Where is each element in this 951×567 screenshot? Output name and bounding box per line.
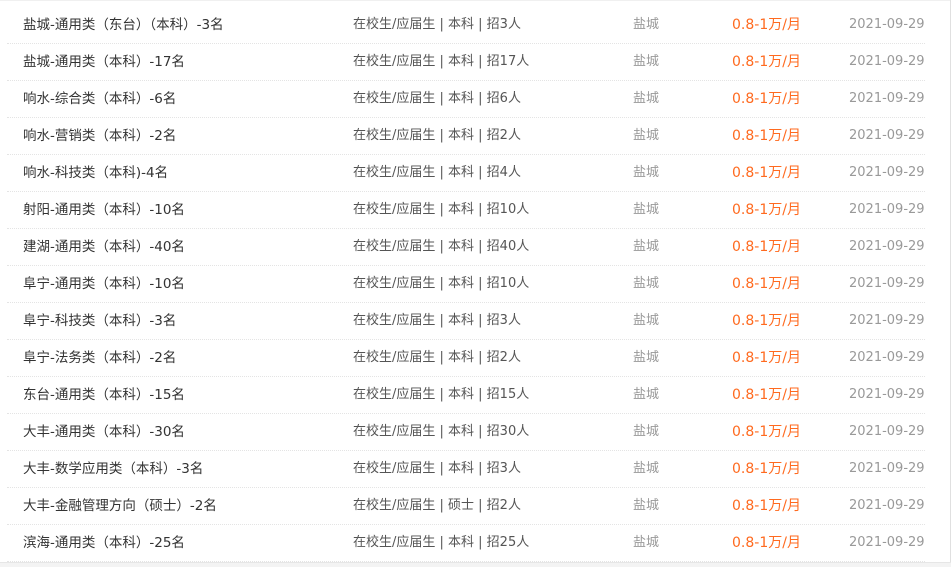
job-requirements: 在校生/应届生 | 本科 | 招6人 <box>353 91 521 106</box>
job-date: 2021-09-29 <box>849 313 925 328</box>
job-title[interactable]: 大丰-数学应用类（本科）-3名 <box>23 451 343 487</box>
job-salary: 0.8-1万/月 <box>732 535 801 551</box>
job-title[interactable]: 响水-综合类（本科）-6名 <box>23 81 343 117</box>
job-row[interactable]: 阜宁-法务类（本科）-2名 在校生/应届生 | 本科 | 招2人 盐城 0.8-… <box>7 340 925 377</box>
job-requirements: 在校生/应届生 | 本科 | 招30人 <box>353 424 530 439</box>
job-requirements: 在校生/应届生 | 本科 | 招25人 <box>353 535 530 550</box>
job-list: 盐城-通用类（东台）（本科）-3名 在校生/应届生 | 本科 | 招3人 盐城 … <box>7 7 925 562</box>
job-title[interactable]: 阜宁-科技类（本科）-3名 <box>23 303 343 339</box>
job-requirements: 在校生/应届生 | 本科 | 招10人 <box>353 202 530 217</box>
job-city: 盐城 <box>633 202 660 217</box>
job-row[interactable]: 响水-综合类（本科）-6名 在校生/应届生 | 本科 | 招6人 盐城 0.8-… <box>7 81 925 118</box>
job-date: 2021-09-29 <box>849 461 925 476</box>
job-date: 2021-09-29 <box>849 276 925 291</box>
job-title[interactable]: 滨海-通用类（本科）-25名 <box>23 525 343 561</box>
job-requirements: 在校生/应届生 | 本科 | 招40人 <box>353 239 530 254</box>
job-salary: 0.8-1万/月 <box>732 202 801 218</box>
job-requirements: 在校生/应届生 | 本科 | 招2人 <box>353 350 521 365</box>
job-requirements: 在校生/应届生 | 本科 | 招4人 <box>353 165 521 180</box>
job-row[interactable]: 滨海-通用类（本科）-25名 在校生/应届生 | 本科 | 招25人 盐城 0.… <box>7 525 925 562</box>
job-city: 盐城 <box>633 54 660 69</box>
job-salary: 0.8-1万/月 <box>732 276 801 292</box>
job-salary: 0.8-1万/月 <box>732 313 801 329</box>
job-salary: 0.8-1万/月 <box>732 350 801 366</box>
job-city: 盐城 <box>633 535 660 550</box>
job-title[interactable]: 建湖-通用类（本科）-40名 <box>23 229 343 265</box>
job-date: 2021-09-29 <box>849 91 925 106</box>
job-city: 盐城 <box>633 91 660 106</box>
job-salary: 0.8-1万/月 <box>732 387 801 403</box>
job-salary: 0.8-1万/月 <box>732 128 801 144</box>
job-title[interactable]: 阜宁-通用类（本科）-10名 <box>23 266 343 302</box>
job-city: 盐城 <box>633 498 660 513</box>
job-date: 2021-09-29 <box>849 387 925 402</box>
job-title[interactable]: 盐城-通用类（本科）-17名 <box>23 44 343 80</box>
job-city: 盐城 <box>633 350 660 365</box>
job-requirements: 在校生/应届生 | 本科 | 招10人 <box>353 276 530 291</box>
job-requirements: 在校生/应届生 | 本科 | 招3人 <box>353 17 521 32</box>
job-row[interactable]: 阜宁-科技类（本科）-3名 在校生/应届生 | 本科 | 招3人 盐城 0.8-… <box>7 303 925 340</box>
bottom-border <box>0 562 951 567</box>
job-date: 2021-09-29 <box>849 424 925 439</box>
job-salary: 0.8-1万/月 <box>732 17 801 33</box>
job-row[interactable]: 大丰-通用类（本科）-30名 在校生/应届生 | 本科 | 招30人 盐城 0.… <box>7 414 925 451</box>
job-row[interactable]: 盐城-通用类（东台）（本科）-3名 在校生/应届生 | 本科 | 招3人 盐城 … <box>7 7 925 44</box>
job-salary: 0.8-1万/月 <box>732 461 801 477</box>
job-date: 2021-09-29 <box>849 350 925 365</box>
job-requirements: 在校生/应届生 | 本科 | 招15人 <box>353 387 530 402</box>
job-title[interactable]: 大丰-通用类（本科）-30名 <box>23 414 343 450</box>
job-salary: 0.8-1万/月 <box>732 91 801 107</box>
job-city: 盐城 <box>633 239 660 254</box>
job-salary: 0.8-1万/月 <box>732 239 801 255</box>
job-requirements: 在校生/应届生 | 硕士 | 招2人 <box>353 498 521 513</box>
job-title[interactable]: 盐城-通用类（东台）（本科）-3名 <box>23 7 343 43</box>
job-salary: 0.8-1万/月 <box>732 165 801 181</box>
job-city: 盐城 <box>633 313 660 328</box>
job-city: 盐城 <box>633 387 660 402</box>
job-salary: 0.8-1万/月 <box>732 424 801 440</box>
job-title[interactable]: 响水-科技类（本科)-4名 <box>23 155 343 191</box>
job-row[interactable]: 响水-科技类（本科)-4名 在校生/应届生 | 本科 | 招4人 盐城 0.8-… <box>7 155 925 192</box>
job-requirements: 在校生/应届生 | 本科 | 招2人 <box>353 128 521 143</box>
job-title[interactable]: 射阳-通用类（本科）-10名 <box>23 192 343 228</box>
job-city: 盐城 <box>633 424 660 439</box>
job-salary: 0.8-1万/月 <box>732 498 801 514</box>
job-date: 2021-09-29 <box>849 54 925 69</box>
job-city: 盐城 <box>633 461 660 476</box>
job-date: 2021-09-29 <box>849 535 925 550</box>
job-row[interactable]: 阜宁-通用类（本科）-10名 在校生/应届生 | 本科 | 招10人 盐城 0.… <box>7 266 925 303</box>
job-city: 盐城 <box>633 165 660 180</box>
list-top-border <box>0 0 951 1</box>
job-date: 2021-09-29 <box>849 202 925 217</box>
job-row[interactable]: 响水-营销类（本科）-2名 在校生/应届生 | 本科 | 招2人 盐城 0.8-… <box>7 118 925 155</box>
job-title[interactable]: 东台-通用类（本科）-15名 <box>23 377 343 413</box>
job-city: 盐城 <box>633 17 660 32</box>
job-row[interactable]: 东台-通用类（本科）-15名 在校生/应届生 | 本科 | 招15人 盐城 0.… <box>7 377 925 414</box>
job-title[interactable]: 响水-营销类（本科）-2名 <box>23 118 343 154</box>
job-row[interactable]: 大丰-数学应用类（本科）-3名 在校生/应届生 | 本科 | 招3人 盐城 0.… <box>7 451 925 488</box>
job-row[interactable]: 建湖-通用类（本科）-40名 在校生/应届生 | 本科 | 招40人 盐城 0.… <box>7 229 925 266</box>
job-salary: 0.8-1万/月 <box>732 54 801 70</box>
job-date: 2021-09-29 <box>849 128 925 143</box>
job-city: 盐城 <box>633 276 660 291</box>
job-date: 2021-09-29 <box>849 17 925 32</box>
job-date: 2021-09-29 <box>849 239 925 254</box>
job-title[interactable]: 阜宁-法务类（本科）-2名 <box>23 340 343 376</box>
job-row[interactable]: 大丰-金融管理方向（硕士）-2名 在校生/应届生 | 硕士 | 招2人 盐城 0… <box>7 488 925 525</box>
job-row[interactable]: 射阳-通用类（本科）-10名 在校生/应届生 | 本科 | 招10人 盐城 0.… <box>7 192 925 229</box>
job-requirements: 在校生/应届生 | 本科 | 招17人 <box>353 54 530 69</box>
job-date: 2021-09-29 <box>849 165 925 180</box>
job-title[interactable]: 大丰-金融管理方向（硕士）-2名 <box>23 488 343 524</box>
job-row[interactable]: 盐城-通用类（本科）-17名 在校生/应届生 | 本科 | 招17人 盐城 0.… <box>7 44 925 81</box>
job-date: 2021-09-29 <box>849 498 925 513</box>
job-city: 盐城 <box>633 128 660 143</box>
job-requirements: 在校生/应届生 | 本科 | 招3人 <box>353 461 521 476</box>
job-requirements: 在校生/应届生 | 本科 | 招3人 <box>353 313 521 328</box>
